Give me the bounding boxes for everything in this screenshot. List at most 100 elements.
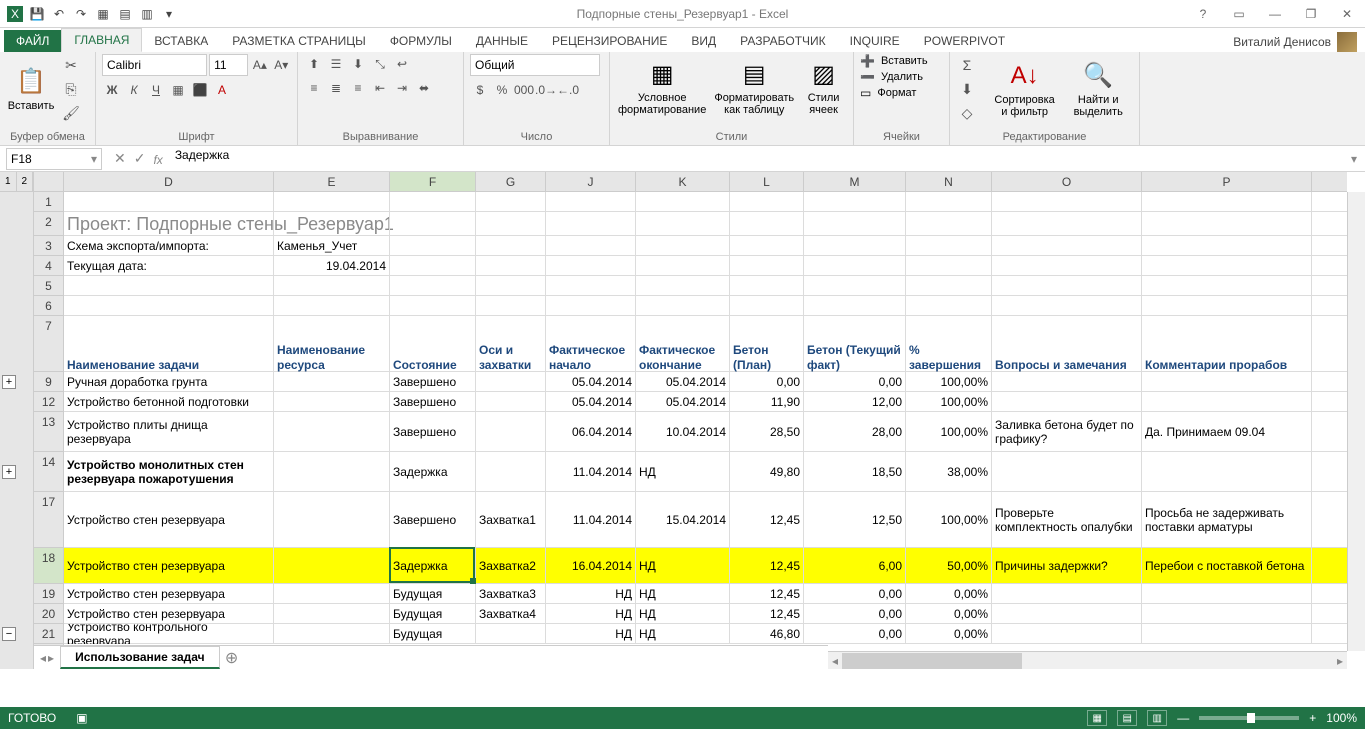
- row-header-19[interactable]: 19: [34, 584, 63, 604]
- macro-record-icon[interactable]: ▣: [76, 711, 87, 725]
- help-icon[interactable]: ?: [1189, 4, 1217, 24]
- align-bottom-icon[interactable]: ⬇: [348, 54, 368, 74]
- ribbon-options-icon[interactable]: ▭: [1225, 4, 1253, 24]
- col-header-E[interactable]: E: [274, 172, 390, 191]
- row-header-3[interactable]: 3: [34, 236, 63, 256]
- tab-layout[interactable]: РАЗМЕТКА СТРАНИЦЫ: [220, 30, 378, 52]
- col-header-P[interactable]: P: [1142, 172, 1312, 191]
- align-left-icon[interactable]: ≡: [304, 78, 324, 98]
- bold-button[interactable]: Ж: [102, 80, 122, 100]
- hscroll-right-icon[interactable]: ▸: [1333, 654, 1347, 668]
- grow-font-icon[interactable]: A▴: [250, 55, 269, 75]
- insert-cells-button[interactable]: ➕Вставить: [860, 54, 943, 68]
- hscroll-left-icon[interactable]: ◂: [828, 654, 842, 668]
- close-icon[interactable]: ✕: [1333, 4, 1361, 24]
- tab-data[interactable]: ДАННЫЕ: [464, 30, 540, 52]
- expand-formula-icon[interactable]: ▾: [1351, 152, 1365, 166]
- paste-button[interactable]: 📋 Вставить: [6, 54, 56, 124]
- row-header-13[interactable]: 13: [34, 412, 63, 452]
- border-icon[interactable]: ▦: [168, 80, 188, 100]
- sort-filter-button[interactable]: A↓Сортировка и фильтр: [990, 54, 1060, 124]
- orientation-icon[interactable]: ⤡: [370, 54, 390, 74]
- qat-custom3-icon[interactable]: ▥: [138, 5, 156, 23]
- indent-dec-icon[interactable]: ⇤: [370, 78, 390, 98]
- row-header-2[interactable]: 2: [34, 212, 63, 236]
- row-header-6[interactable]: 6: [34, 296, 63, 316]
- undo-icon[interactable]: ↶: [50, 5, 68, 23]
- align-middle-icon[interactable]: ☰: [326, 54, 346, 74]
- align-right-icon[interactable]: ≡: [348, 78, 368, 98]
- zoom-level[interactable]: 100%: [1326, 711, 1357, 725]
- fill-color-icon[interactable]: ⬛: [190, 80, 210, 100]
- row-header-18[interactable]: 18: [34, 548, 63, 584]
- font-size-combo[interactable]: 11: [209, 54, 248, 76]
- fx-icon[interactable]: fx: [153, 151, 162, 167]
- currency-icon[interactable]: $: [470, 80, 490, 100]
- select-all-corner[interactable]: [34, 172, 63, 192]
- outline-level-2[interactable]: 2: [17, 172, 34, 191]
- tab-insert[interactable]: ВСТАВКА: [142, 30, 220, 52]
- clear-icon[interactable]: ◇: [956, 102, 978, 124]
- zoom-slider[interactable]: [1199, 716, 1299, 720]
- row-header-7[interactable]: 7: [34, 316, 63, 372]
- align-center-icon[interactable]: ≣: [326, 78, 346, 98]
- row-header-20[interactable]: 20: [34, 604, 63, 624]
- inc-decimal-icon[interactable]: .0→: [536, 80, 556, 100]
- maximize-icon[interactable]: ❐: [1297, 4, 1325, 24]
- merge-icon[interactable]: ⬌: [414, 78, 434, 98]
- col-header-F[interactable]: F: [390, 172, 476, 191]
- tab-home[interactable]: ГЛАВНАЯ: [61, 28, 142, 52]
- formula-input[interactable]: Задержка: [171, 148, 1343, 170]
- row-header-14[interactable]: 14: [34, 452, 63, 492]
- tab-powerpivot[interactable]: POWERPIVOT: [912, 30, 1017, 52]
- minimize-icon[interactable]: —: [1261, 4, 1289, 24]
- zoom-out-icon[interactable]: —: [1177, 711, 1189, 725]
- vertical-scrollbar[interactable]: [1347, 192, 1365, 651]
- user-area[interactable]: Виталий Денисов: [1233, 32, 1365, 52]
- view-pagebreak-icon[interactable]: ▥: [1147, 710, 1167, 726]
- tab-formulas[interactable]: ФОРМУЛЫ: [378, 30, 464, 52]
- tab-view[interactable]: ВИД: [679, 30, 728, 52]
- col-header-L[interactable]: L: [730, 172, 804, 191]
- col-header-M[interactable]: M: [804, 172, 906, 191]
- tab-file[interactable]: ФАЙЛ: [4, 30, 61, 52]
- hscroll-thumb[interactable]: [842, 653, 1022, 669]
- row-header-21[interactable]: 21: [34, 624, 63, 644]
- format-cells-button[interactable]: ▭Формат: [860, 86, 943, 100]
- format-as-table-button[interactable]: ▤Форматировать как таблицу: [712, 54, 796, 120]
- sheet-tab-active[interactable]: Использование задач: [60, 646, 220, 669]
- comma-icon[interactable]: 000: [514, 80, 534, 100]
- align-top-icon[interactable]: ⬆: [304, 54, 324, 74]
- delete-cells-button[interactable]: ➖Удалить: [860, 70, 943, 84]
- percent-icon[interactable]: %: [492, 80, 512, 100]
- font-name-combo[interactable]: Calibri: [102, 54, 207, 76]
- view-layout-icon[interactable]: ▤: [1117, 710, 1137, 726]
- shrink-font-icon[interactable]: A▾: [272, 55, 291, 75]
- tab-inquire[interactable]: INQUIRE: [838, 30, 912, 52]
- cell-styles-button[interactable]: ▨Стили ячеек: [800, 54, 847, 120]
- cells-area[interactable]: Проект: Подпорные стены_Резервуар1Схема …: [64, 192, 1347, 651]
- outline-toggle-9[interactable]: +: [2, 375, 16, 389]
- tab-developer[interactable]: РАЗРАБОТЧИК: [728, 30, 838, 52]
- find-select-button[interactable]: 🔍Найти и выделить: [1063, 54, 1133, 124]
- indent-inc-icon[interactable]: ⇥: [392, 78, 412, 98]
- italic-button[interactable]: К: [124, 80, 144, 100]
- col-header-G[interactable]: G: [476, 172, 546, 191]
- col-header-N[interactable]: N: [906, 172, 992, 191]
- copy-icon[interactable]: ⎘: [60, 78, 82, 100]
- cancel-formula-icon[interactable]: ✕: [114, 150, 126, 167]
- col-header-O[interactable]: O: [992, 172, 1142, 191]
- font-color-icon[interactable]: A: [212, 80, 232, 100]
- save-icon[interactable]: 💾: [28, 5, 46, 23]
- enter-formula-icon[interactable]: ✓: [134, 150, 146, 167]
- outline-toggle-21[interactable]: −: [2, 627, 16, 641]
- wrap-text-icon[interactable]: ↩: [392, 54, 412, 74]
- row-header-5[interactable]: 5: [34, 276, 63, 296]
- qat-dropdown-icon[interactable]: ▾: [160, 5, 178, 23]
- col-header-K[interactable]: K: [636, 172, 730, 191]
- row-header-1[interactable]: 1: [34, 192, 63, 212]
- row-header-12[interactable]: 12: [34, 392, 63, 412]
- outline-level-1[interactable]: 1: [0, 172, 17, 191]
- conditional-format-button[interactable]: ▦Условное форматирование: [616, 54, 708, 120]
- number-format-combo[interactable]: Общий: [470, 54, 600, 76]
